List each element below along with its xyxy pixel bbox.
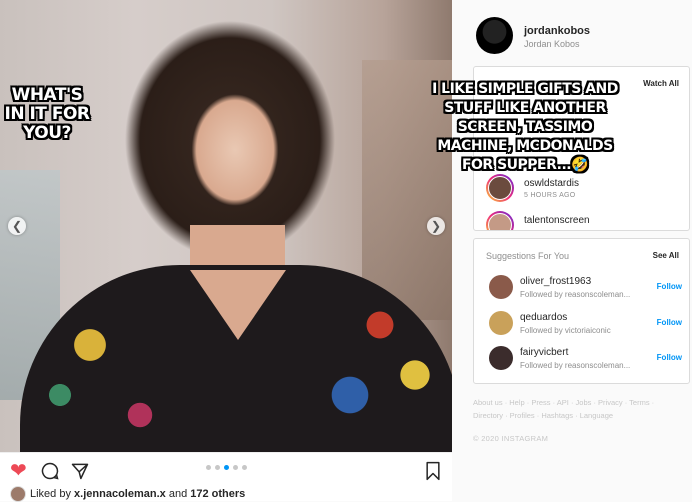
story-username: oswldstardis: [524, 178, 580, 189]
liked-by-others-link[interactable]: 172 others: [190, 488, 245, 500]
story-username: talentonscreen: [524, 215, 590, 226]
suggestion-followed-by: Followed by reasonscoleman...: [520, 361, 631, 370]
suggestion-row: fairyvicbert Followed by reasonscoleman.…: [486, 345, 686, 375]
share-icon[interactable]: [70, 461, 92, 481]
post-photo[interactable]: ❮ ❯: [0, 0, 452, 452]
carousel-next-button[interactable]: ❯: [427, 217, 445, 235]
carousel-dot: [242, 465, 247, 470]
photo-vneck: [190, 270, 286, 340]
watch-all-link[interactable]: Watch All: [643, 79, 679, 88]
follow-button[interactable]: Follow: [657, 282, 682, 291]
footer-links[interactable]: About us · Help · Press · API · Jobs · P…: [473, 396, 663, 422]
meme-caption-right: I LIKE SIMPLE GIFTS AND STUFF LIKE ANOTH…: [432, 81, 618, 173]
suggestion-followed-by: Followed by victoriaiconic: [520, 326, 611, 335]
story-ring: [486, 211, 514, 230]
profile-username[interactable]: jordankobos: [524, 25, 590, 37]
suggestions-panel: Suggestions For You See All oliver_frost…: [473, 238, 690, 384]
story-item[interactable]: talentonscreen: [486, 211, 686, 230]
story-time: 5 HOURS AGO: [524, 192, 576, 199]
footer-copyright: © 2020 INSTAGRAM: [473, 434, 549, 443]
suggestion-avatar[interactable]: [489, 275, 513, 299]
story-avatar: [488, 176, 512, 200]
meme-caption-left: WHAT'S IN IT FOR YOU?: [4, 85, 90, 143]
story-ring: [486, 174, 514, 202]
bookmark-icon[interactable]: [424, 461, 446, 481]
follow-button[interactable]: Follow: [657, 318, 682, 327]
right-sidebar: jordankobos Jordan Kobos Watch All oswld…: [452, 0, 692, 500]
liked-by-and: and: [168, 488, 188, 500]
comment-icon[interactable]: [40, 461, 62, 481]
suggestion-row: qeduardos Followed by victoriaiconic Fol…: [486, 310, 686, 340]
profile-full-name: Jordan Kobos: [524, 39, 580, 49]
suggestion-username[interactable]: oliver_frost1963: [520, 276, 591, 287]
carousel-dot: [215, 465, 220, 470]
suggestion-username[interactable]: fairyvicbert: [520, 347, 568, 358]
carousel-dot: [224, 465, 229, 470]
suggestion-followed-by: Followed by reasonscoleman...: [520, 290, 631, 299]
carousel-prev-button[interactable]: ❮: [8, 217, 26, 235]
story-avatar: [488, 213, 512, 230]
post-action-bar: ❤ Liked by x.jennacoleman.x and 172 othe…: [0, 452, 452, 502]
heart-icon[interactable]: ❤: [10, 461, 32, 481]
story-item[interactable]: oswldstardis 5 HOURS AGO: [486, 174, 686, 204]
suggestion-avatar[interactable]: [489, 311, 513, 335]
suggestion-row: oliver_frost1963 Followed by reasonscole…: [486, 274, 686, 304]
suggestion-avatar[interactable]: [489, 346, 513, 370]
liked-by-prefix: Liked by: [30, 488, 71, 500]
carousel-dots: [206, 465, 247, 470]
follow-button[interactable]: Follow: [657, 353, 682, 362]
suggestion-username[interactable]: qeduardos: [520, 312, 567, 323]
liked-by-user-link[interactable]: x.jennacoleman.x: [74, 488, 166, 500]
see-all-link[interactable]: See All: [653, 251, 679, 260]
profile-avatar[interactable]: [476, 17, 513, 54]
carousel-dot: [206, 465, 211, 470]
carousel-dot: [233, 465, 238, 470]
suggestions-header: Suggestions For You: [486, 251, 570, 261]
